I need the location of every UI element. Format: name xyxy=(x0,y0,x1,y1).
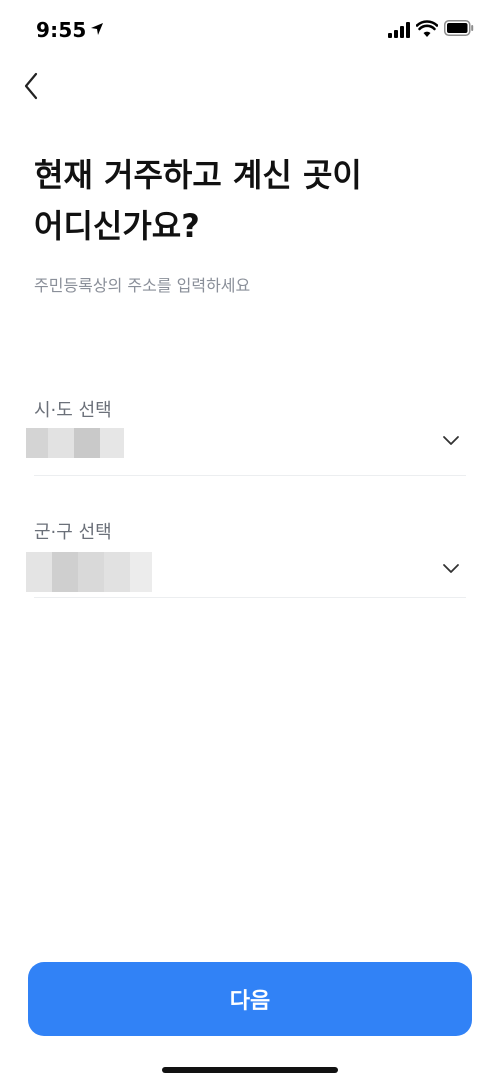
status-time: 9:55 xyxy=(36,18,87,42)
province-select-value-redacted xyxy=(26,428,124,458)
title-line-1: 현재 거주하고 계신 곳이 xyxy=(34,156,362,194)
status-bar: 9:55 xyxy=(0,0,500,56)
chevron-left-icon xyxy=(24,72,38,100)
next-button[interactable]: 다음 xyxy=(28,962,472,1036)
district-select-value-redacted xyxy=(26,552,152,592)
chevron-down-icon xyxy=(443,436,459,445)
page-subtitle: 주민등록상의 주소를 입력하세요 xyxy=(34,276,251,295)
page-title: 현재 거주하고 계신 곳이 어디신가요? xyxy=(34,150,464,252)
wifi-icon xyxy=(416,20,438,37)
cellular-signal-icon xyxy=(388,22,410,38)
location-arrow-icon xyxy=(91,23,103,35)
battery-icon xyxy=(444,20,474,36)
back-button[interactable] xyxy=(16,68,52,104)
province-select-label: 시·도 선택 xyxy=(34,400,112,421)
district-select[interactable]: 군·구 선택 xyxy=(26,518,466,598)
province-select[interactable]: 시·도 선택 xyxy=(26,396,466,476)
district-select-divider xyxy=(34,597,466,598)
province-select-divider xyxy=(34,475,466,476)
chevron-down-icon xyxy=(443,564,459,573)
home-indicator xyxy=(162,1067,338,1073)
title-line-2: 어디신가요? xyxy=(34,207,200,245)
district-select-label: 군·구 선택 xyxy=(34,522,112,543)
